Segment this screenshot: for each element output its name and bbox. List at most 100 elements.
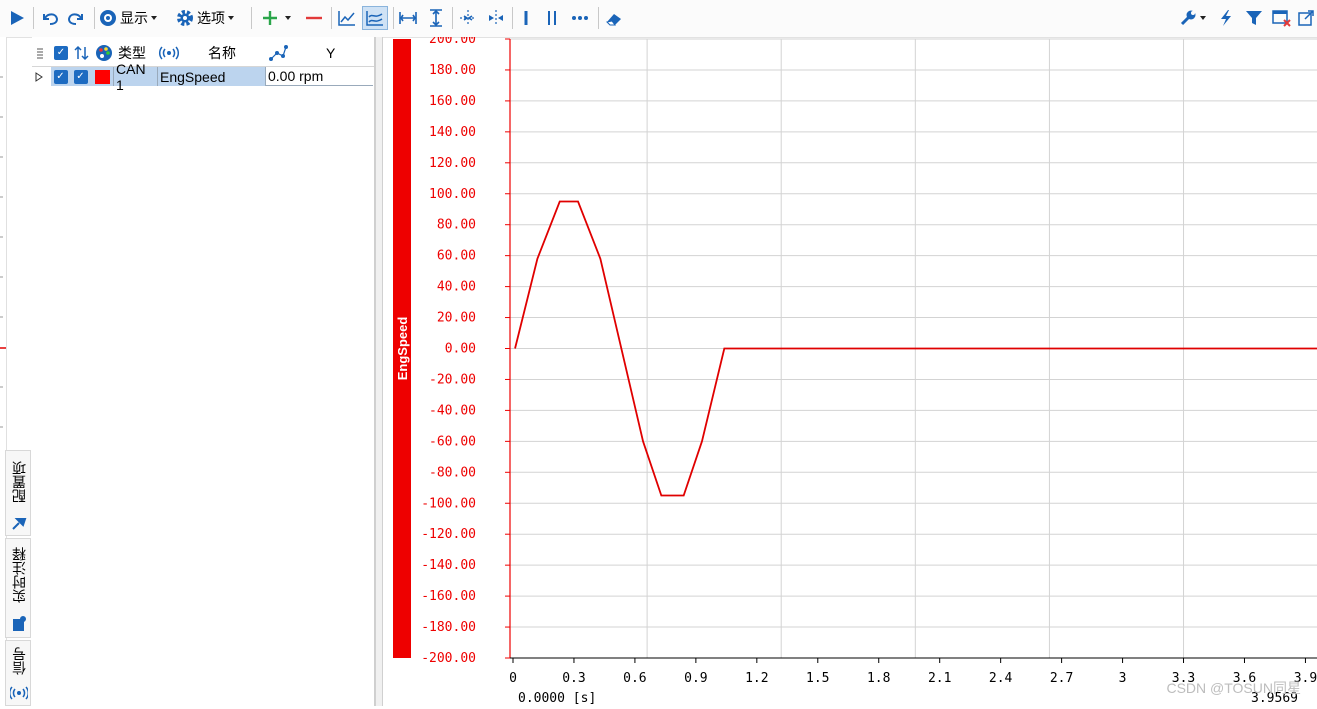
tab-config[interactable]: 配置项 — [5, 450, 31, 536]
watermark: CSDN @TOSUN同星 — [1166, 680, 1301, 696]
zoom-in-button[interactable] — [456, 6, 480, 30]
y-tick-label: -180.00 — [421, 620, 476, 635]
popout-button[interactable] — [1296, 6, 1316, 30]
single-cursor-button[interactable] — [516, 6, 536, 30]
wrench-icon — [1180, 10, 1195, 26]
y-tick-label: -140.00 — [421, 558, 476, 573]
gear-icon — [177, 10, 193, 26]
filter-button[interactable] — [1242, 6, 1266, 30]
select-all-checkbox[interactable]: ✓ — [54, 40, 72, 66]
row-visible-checkbox[interactable]: ✓ — [51, 67, 70, 86]
add-signal-button[interactable] — [256, 6, 296, 30]
zoom-out-icon — [489, 10, 503, 26]
x-tick-label: 2.7 — [1050, 671, 1073, 686]
tab-config-label: 配置项 — [11, 461, 27, 503]
annotation-icon — [13, 616, 26, 631]
options-label: 选项 — [197, 10, 225, 26]
x-tick-label: 0.3 — [562, 671, 585, 686]
y-tick-label: -40.00 — [429, 403, 476, 418]
y-tick-label: 60.00 — [437, 249, 476, 264]
undo-button[interactable] — [38, 6, 62, 30]
y-tick-label: -200.00 — [421, 651, 476, 666]
sort-icon[interactable] — [74, 40, 92, 66]
side-tabs: 配置项 实时注释 信号 — [5, 450, 31, 706]
remove-signal-button[interactable] — [302, 6, 326, 30]
pin-icon — [12, 518, 27, 530]
trigger-button[interactable] — [1214, 6, 1238, 30]
fit-vertical-button[interactable] — [424, 6, 448, 30]
palette-icon[interactable] — [95, 40, 115, 66]
remove-icon — [306, 16, 322, 20]
x-tick-label: 1.2 — [745, 671, 768, 686]
column-name[interactable]: 名称 — [208, 40, 268, 66]
multi-line-chart-icon — [366, 11, 383, 26]
single-cursor-icon — [524, 11, 528, 25]
fit-vertical-icon — [430, 9, 442, 27]
close-window-button[interactable] — [1270, 6, 1294, 30]
lightning-icon — [1221, 10, 1231, 26]
x-tick-label: 2.1 — [928, 671, 951, 686]
x-start-label: 0.0000 [s] — [518, 691, 596, 706]
double-cursor-button[interactable] — [542, 6, 562, 30]
add-icon — [262, 11, 277, 25]
x-tick-label: 3 — [1119, 671, 1127, 686]
fit-horizontal-icon — [399, 12, 417, 24]
row-y: 0.00 rpm — [265, 67, 373, 86]
y-tick-label: -20.00 — [429, 372, 476, 387]
toolbar-separator — [33, 7, 34, 29]
options-menu-button[interactable]: 选项 — [176, 6, 246, 30]
toolbar-separator — [251, 7, 252, 29]
line-chart-icon — [338, 11, 355, 26]
row-y-value: 0.00 rpm — [268, 68, 324, 84]
chevron-down-icon — [284, 16, 291, 20]
toolbar-separator — [512, 7, 513, 29]
redo-button[interactable] — [64, 6, 88, 30]
x-tick-label: 0.6 — [623, 671, 646, 686]
tab-annotations[interactable]: 实时注释 — [5, 538, 31, 638]
tab-signals-label: 信号 — [11, 647, 27, 675]
toolbar-separator — [331, 7, 332, 29]
expand-icon[interactable] — [34, 67, 50, 86]
double-cursor-icon — [548, 11, 556, 25]
x-tick-label: 1.8 — [867, 671, 890, 686]
y-tick-label: -60.00 — [429, 434, 476, 449]
tools-menu-button[interactable] — [1174, 6, 1210, 30]
chart-area[interactable]: EngSpeed 200.00 180.00 160.00 140.00 120.00 10… — [386, 32, 1317, 706]
row-type-value: CAN 1 — [116, 60, 146, 93]
check-icon: ✓ — [53, 69, 68, 84]
y-tick-label: -160.00 — [421, 589, 476, 604]
scatter-icon[interactable] — [268, 40, 292, 66]
panel-splitter[interactable] — [375, 37, 383, 706]
y-tick-label: 40.00 — [437, 280, 476, 295]
popout-icon — [1298, 10, 1314, 26]
row-enabled-checkbox[interactable]: ✓ — [70, 67, 91, 86]
x-tick-label: 2.4 — [989, 671, 1013, 686]
signal-table-header: ✓ 类型 名称 Y — [32, 40, 374, 67]
chevron-down-icon — [228, 16, 234, 20]
check-icon: ✓ — [54, 46, 68, 60]
grip-icon[interactable] — [36, 40, 48, 66]
row-name-value: EngSpeed — [160, 68, 226, 85]
tab-signals[interactable]: 信号 — [5, 640, 31, 706]
column-name-label: 名称 — [208, 45, 236, 61]
clear-button[interactable] — [602, 6, 628, 30]
single-chart-button[interactable] — [334, 6, 360, 30]
multi-chart-button[interactable] — [362, 6, 388, 30]
broadcast-icon[interactable] — [158, 40, 188, 66]
more-cursors-button[interactable] — [568, 6, 592, 30]
color-swatch — [94, 69, 110, 84]
more-cursor-icon — [572, 16, 588, 20]
toolbar-separator — [94, 7, 95, 29]
signal-panel: ✓ 类型 名称 Y ✓ ✓ CAN 1 EngSpeed 0.00 rpm — [32, 37, 375, 706]
display-menu-button[interactable]: 显示 — [99, 6, 169, 30]
y-tick-label: 180.00 — [429, 63, 476, 78]
x-tick-label: 0.9 — [684, 671, 707, 686]
table-row[interactable]: ✓ ✓ CAN 1 EngSpeed 0.00 rpm — [32, 61, 374, 93]
column-y[interactable]: Y — [326, 40, 346, 66]
fit-horizontal-button[interactable] — [396, 6, 420, 30]
zoom-out-button[interactable] — [484, 6, 508, 30]
chevron-down-icon — [151, 16, 157, 20]
row-name: EngSpeed — [157, 67, 265, 86]
row-color-swatch[interactable] — [91, 67, 113, 86]
play-button[interactable] — [6, 6, 28, 30]
